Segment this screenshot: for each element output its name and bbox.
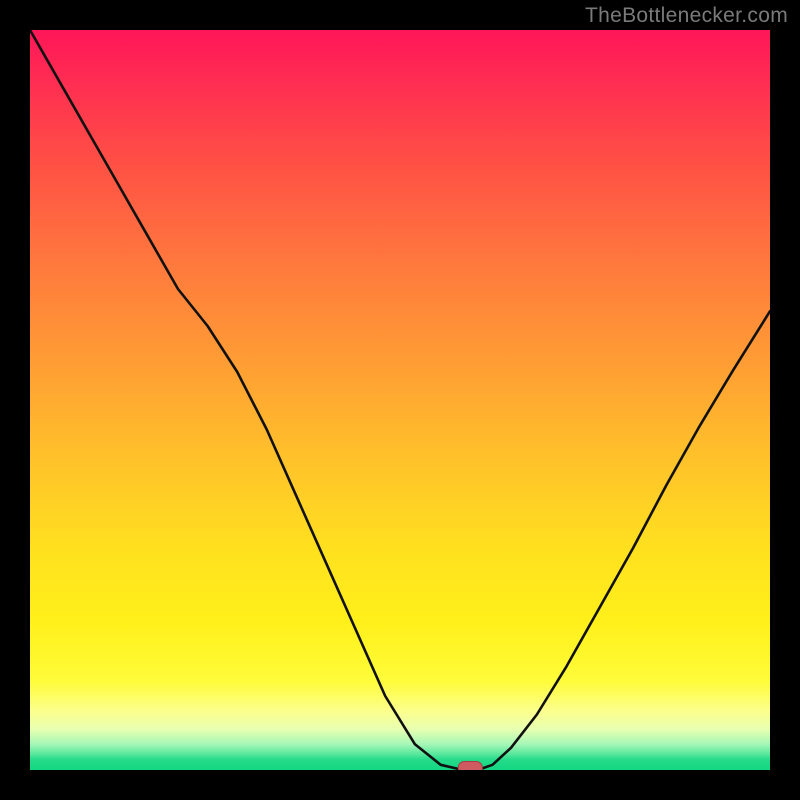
curve-layer — [30, 30, 770, 770]
watermark-text: TheBottlenecker.com — [585, 4, 788, 28]
plot-area — [30, 30, 770, 770]
bottleneck-curve — [30, 30, 770, 770]
chart-frame: TheBottlenecker.com — [0, 0, 800, 800]
optimum-marker — [458, 762, 482, 771]
